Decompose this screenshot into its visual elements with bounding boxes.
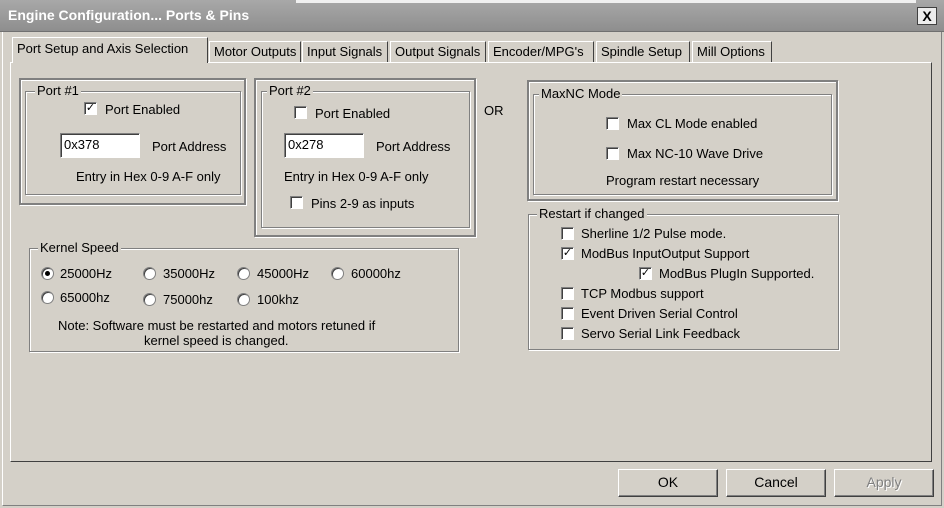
tab-output-signals[interactable]: Output Signals — [390, 41, 486, 62]
event-serial-label: Event Driven Serial Control — [581, 306, 738, 321]
label-100khz: 100khz — [257, 292, 299, 307]
port2-enabled-checkbox[interactable] — [294, 106, 307, 119]
port1-address-label: Port Address — [152, 139, 227, 154]
port2-address-input[interactable]: 0x278 — [284, 133, 364, 158]
apply-button[interactable]: Apply — [834, 469, 934, 497]
port1-title: Port #1 — [35, 83, 81, 98]
modbus-io-checkbox[interactable]: ✓ — [561, 247, 574, 260]
label-25000hz: 25000Hz — [60, 266, 113, 281]
cancel-button[interactable]: Cancel — [726, 469, 826, 497]
tab-input-signals[interactable]: Input Signals — [302, 41, 388, 62]
modbus-plugin-label: ModBus PlugIn Supported. — [659, 266, 815, 281]
port2-pins-inputs-label: Pins 2-9 as inputs — [311, 196, 415, 211]
tab-label: Port Setup and Axis Selection — [17, 41, 189, 56]
port2-hint: Entry in Hex 0-9 A-F only — [284, 169, 429, 184]
maxnc-note: Program restart necessary — [606, 173, 760, 188]
tcp-modbus-checkbox[interactable] — [561, 287, 574, 300]
kernel-note-line2: kernel speed is changed. — [144, 333, 289, 348]
maxnc-cl-label: Max CL Mode enabled — [627, 116, 758, 131]
maxnc-title: MaxNC Mode — [539, 86, 623, 101]
maxnc-wave-label: Max NC-10 Wave Drive — [627, 146, 764, 161]
kernel-speed-title: Kernel Speed — [38, 240, 121, 255]
radio-100khz[interactable] — [237, 293, 250, 306]
tab-label: Spindle Setup — [601, 44, 682, 59]
radio-selected-dot — [45, 271, 50, 276]
label-75000hz: 75000hz — [163, 292, 213, 307]
check-icon: ✓ — [640, 267, 651, 279]
label-60000hz: 60000hz — [351, 266, 401, 281]
label-65000hz: 65000hz — [60, 290, 110, 305]
check-icon: ✓ — [562, 247, 573, 259]
tab-spindle-setup[interactable]: Spindle Setup — [596, 41, 690, 62]
event-serial-checkbox[interactable] — [561, 307, 574, 320]
tab-port-setup[interactable]: Port Setup and Axis Selection — [12, 37, 208, 63]
port2-title: Port #2 — [267, 83, 313, 98]
modbus-plugin-checkbox[interactable]: ✓ — [639, 267, 652, 280]
modbus-io-label: ModBus InputOutput Support — [581, 246, 750, 261]
label-35000hz: 35000Hz — [163, 266, 216, 281]
radio-25000hz[interactable] — [41, 267, 54, 280]
tab-label: Motor Outputs — [214, 44, 297, 59]
tab-encoder-mpg[interactable]: Encoder/MPG's — [488, 41, 594, 62]
or-label: OR — [484, 103, 504, 118]
tab-label: Mill Options — [697, 44, 765, 59]
tab-label: Output Signals — [395, 44, 481, 59]
port1-hint: Entry in Hex 0-9 A-F only — [76, 169, 221, 184]
maxnc-wave-checkbox[interactable] — [606, 147, 619, 160]
port1-address-input[interactable]: 0x378 — [60, 133, 140, 158]
tab-mill-options[interactable]: Mill Options — [692, 41, 772, 62]
radio-60000hz[interactable] — [331, 267, 344, 280]
ok-button[interactable]: OK — [618, 469, 718, 497]
window-title: Engine Configuration... Ports & Pins — [8, 7, 250, 23]
sherline-pulse-label: Sherline 1/2 Pulse mode. — [581, 226, 727, 241]
sherline-pulse-checkbox[interactable] — [561, 227, 574, 240]
kernel-note-line1: Note: Software must be restarted and mot… — [58, 318, 376, 333]
maxnc-cl-checkbox[interactable] — [606, 117, 619, 130]
port1-enabled-label: Port Enabled — [105, 102, 181, 117]
radio-75000hz[interactable] — [143, 293, 156, 306]
tcp-modbus-label: TCP Modbus support — [581, 286, 704, 301]
port1-enabled-checkbox[interactable]: ✓ — [84, 102, 97, 115]
radio-35000hz[interactable] — [143, 267, 156, 280]
port2-enabled-label: Port Enabled — [315, 106, 391, 121]
restart-title: Restart if changed — [537, 206, 647, 221]
close-button[interactable]: X — [917, 7, 937, 25]
check-icon: ✓ — [85, 102, 96, 114]
label-45000hz: 45000Hz — [257, 266, 310, 281]
tab-motor-outputs[interactable]: Motor Outputs — [209, 41, 301, 62]
radio-45000hz[interactable] — [237, 267, 250, 280]
title-bar[interactable]: Engine Configuration... Ports & Pins X — [0, 0, 944, 32]
servo-serial-checkbox[interactable] — [561, 327, 574, 340]
tab-label: Encoder/MPG's — [493, 44, 584, 59]
port2-address-label: Port Address — [376, 139, 451, 154]
tab-label: Input Signals — [307, 44, 383, 59]
close-icon: X — [922, 8, 932, 24]
servo-serial-label: Servo Serial Link Feedback — [581, 326, 740, 341]
background-window-strip — [296, 0, 916, 3]
port2-pins-inputs-checkbox[interactable] — [290, 196, 303, 209]
radio-65000hz[interactable] — [41, 291, 54, 304]
